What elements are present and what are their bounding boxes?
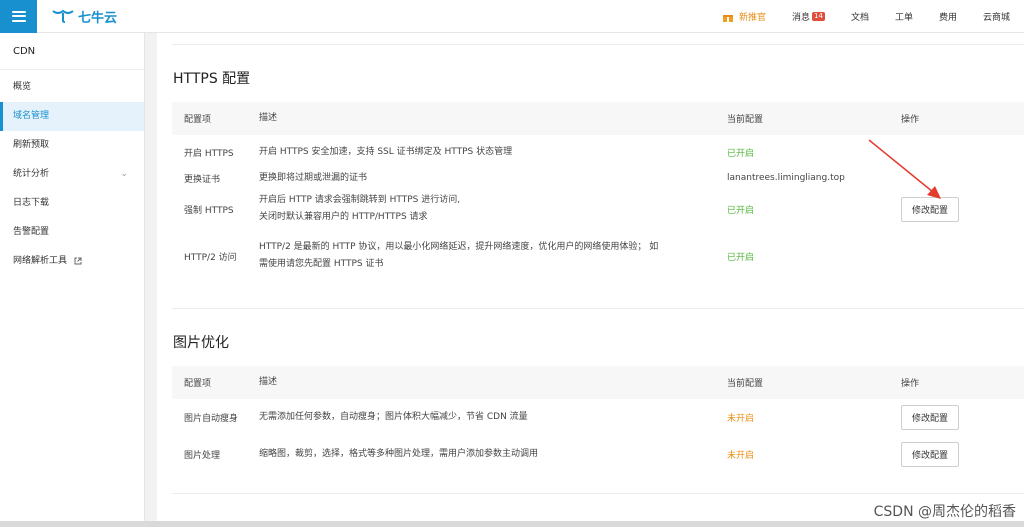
modify-config-button[interactable]: 修改配置 (901, 442, 960, 467)
gift-icon (722, 12, 733, 22)
sidebar-item-label: 统计分析 (13, 169, 50, 179)
sidebar-item-overview[interactable]: 概览 (0, 73, 144, 102)
col-header-item: 配置项 (184, 115, 212, 125)
sidebar-header: CDN (0, 33, 144, 70)
section-divider (172, 44, 1024, 45)
row-description: 开启 HTTPS 安全加速，支持 SSL 证书绑定及 HTTPS 状态管理 (259, 146, 513, 157)
col-header-action: 操作 (901, 379, 920, 389)
billing-label: 费用 (938, 13, 957, 23)
row-certificate-domain: lanantrees.limingliang.top (727, 173, 845, 183)
sidebar-item-statistics[interactable]: 统计分析 ⌄ (0, 160, 144, 189)
chevron-down-icon: ⌄ (120, 169, 128, 179)
sidebar-item-alert-config[interactable]: 告警配置 (0, 218, 144, 247)
topnav-marketplace[interactable]: 云商城 (983, 10, 1010, 23)
sidebar-item-label: 刷新预取 (13, 140, 50, 150)
col-header-current: 当前配置 (727, 115, 764, 125)
row-description-line2: 需使用请您先配置 HTTPS 证书 (259, 259, 384, 269)
sidebar-item-domain-management[interactable]: 域名管理 (0, 102, 144, 131)
row-description: HTTP/2 是最新的 HTTP 协议，用以最小化网络延迟，提升网络速度，优化用… (259, 242, 659, 252)
table-header: 配置项 描述 当前配置 操作 (172, 102, 1024, 135)
hamburger-icon (11, 10, 26, 22)
row-description: 无需添加任何参数，自动瘦身；图片体积大幅减少，节省 CDN 流量 (259, 412, 528, 422)
sidebar-gutter (145, 33, 157, 527)
top-navbar: 七牛云 新推官 消息 14 文档 工单 费用 云商城 (0, 0, 1024, 33)
qiniu-logo[interactable]: 七牛云 (52, 7, 117, 26)
sidebar-item-refresh-prefetch[interactable]: 刷新预取 (0, 131, 144, 160)
row-name: HTTP/2 访问 (184, 252, 237, 263)
row-status: 未开启 (727, 414, 755, 424)
tickets-label: 工单 (894, 13, 913, 23)
hamburger-menu-button[interactable] (0, 0, 37, 33)
https-section-title: HTTPS 配置 (173, 71, 251, 87)
qiniu-logo-icon (52, 9, 74, 23)
row-status: 未开启 (727, 451, 755, 461)
topnav-docs[interactable]: 文档 (851, 10, 869, 23)
sidebar-item-label: 网络解析工具 (13, 256, 68, 266)
row-status: 已开启 (727, 252, 755, 263)
row-name: 图片处理 (184, 451, 221, 461)
topnav-billing[interactable]: 费用 (939, 10, 957, 23)
topnav-tickets[interactable]: 工单 (895, 10, 913, 23)
https-config-table: 配置项 描述 当前配置 操作 开启 HTTPS 开启 HTTPS 安全加速，支持… (172, 102, 1024, 281)
image-section-title: 图片优化 (173, 335, 229, 351)
section-divider (172, 308, 1024, 309)
col-header-current: 当前配置 (727, 379, 764, 389)
image-optimization-table: 配置项 描述 当前配置 操作 图片自动瘦身 无需添加任何参数，自动瘦身；图片体积… (172, 366, 1024, 473)
modify-config-button[interactable]: 修改配置 (901, 405, 960, 430)
promo-label: 新推官 (738, 13, 766, 23)
topnav-messages[interactable]: 消息 14 (792, 10, 825, 23)
bottom-edge (0, 521, 1024, 527)
row-description: 开启后 HTTP 请求会强制跳转到 HTTPS 进行访问, (259, 195, 461, 205)
col-header-action: 操作 (901, 115, 920, 125)
col-header-item: 配置项 (184, 379, 212, 389)
row-name: 图片自动瘦身 (184, 414, 239, 424)
sidebar-item-label: 告警配置 (13, 227, 50, 237)
table-row: 图片处理 缩略图，裁剪，选择，格式等多种图片处理，需用户添加参数主动调用 未开启… (172, 436, 1024, 473)
table-row: HTTP/2 访问 HTTP/2 是最新的 HTTP 协议，用以最小化网络延迟，… (172, 231, 1024, 281)
messages-count-badge: 14 (812, 12, 825, 21)
modify-config-button[interactable]: 修改配置 (901, 196, 960, 222)
table-header: 配置项 描述 当前配置 操作 (172, 366, 1024, 399)
col-header-description: 描述 (259, 377, 278, 387)
messages-label: 消息 (792, 13, 811, 23)
sidebar-item-label: 域名管理 (13, 111, 50, 121)
row-name: 强制 HTTPS (184, 205, 234, 216)
docs-label: 文档 (850, 13, 869, 23)
sidebar: CDN 概览 域名管理 刷新预取 统计分析 ⌄ 日志下载 告警配置 网络解析工具 (0, 33, 145, 527)
table-row: 图片自动瘦身 无需添加任何参数，自动瘦身；图片体积大幅减少，节省 CDN 流量 … (172, 399, 1024, 436)
main-content: HTTPS 配置 配置项 描述 当前配置 操作 开启 HTTPS 开启 HTTP… (157, 33, 1024, 527)
table-row: 更换证书 更换即将过期或泄漏的证书 lanantrees.limingliang… (172, 169, 1024, 187)
row-status: 已开启 (727, 205, 755, 216)
row-description: 更换即将过期或泄漏的证书 (259, 172, 368, 183)
logo-text: 七牛云 (78, 10, 118, 26)
sidebar-item-label: 日志下载 (13, 198, 50, 208)
external-link-icon (74, 257, 82, 264)
marketplace-label: 云商城 (982, 13, 1010, 23)
row-name: 开启 HTTPS (184, 148, 234, 159)
sidebar-item-label: 概览 (13, 82, 32, 92)
section-divider (172, 493, 1024, 494)
row-name: 更换证书 (184, 174, 221, 185)
csdn-watermark: CSDN @周杰伦的稻香 (873, 504, 1016, 520)
table-row: 开启 HTTPS 开启 HTTPS 安全加速，支持 SSL 证书绑定及 HTTP… (172, 135, 1024, 169)
sidebar-item-log-download[interactable]: 日志下载 (0, 189, 144, 218)
topnav-promo[interactable]: 新推官 (722, 10, 766, 23)
col-header-description: 描述 (259, 113, 278, 123)
row-status: 已开启 (727, 148, 755, 159)
row-description-line2: 关闭时默认兼容用户的 HTTP/HTTPS 请求 (259, 212, 428, 222)
sidebar-item-dns-tool[interactable]: 网络解析工具 (0, 247, 144, 276)
row-description: 缩略图，裁剪，选择，格式等多种图片处理，需用户添加参数主动调用 (259, 449, 539, 459)
table-row: 强制 HTTPS 开启后 HTTP 请求会强制跳转到 HTTPS 进行访问, 关… (172, 187, 1024, 231)
